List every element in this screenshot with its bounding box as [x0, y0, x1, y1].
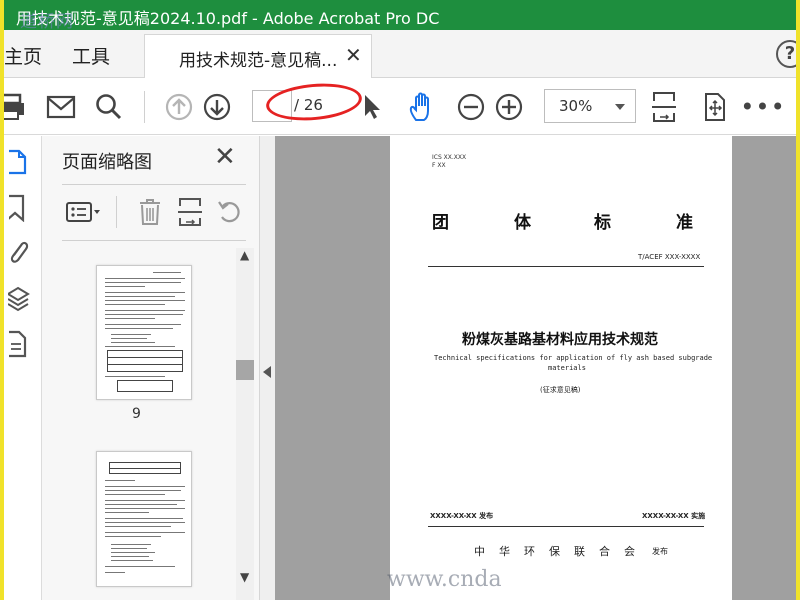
toolbar: •••	[4, 79, 796, 135]
org-char: 会	[624, 545, 635, 558]
org-char: 联	[574, 545, 585, 558]
select-cursor-icon[interactable]	[360, 89, 384, 125]
tab-document[interactable]: 用技术规范-意见稿... ✕	[144, 34, 372, 78]
help-button[interactable]: ?	[776, 40, 796, 68]
left-navigation-rail	[4, 136, 42, 600]
document-title-cn: 粉煤灰基路基材料应用技术规范	[462, 332, 658, 348]
heading-char: 标	[594, 213, 611, 233]
org-char: 合	[599, 545, 610, 558]
org-char: 华	[499, 545, 510, 558]
zoom-in-icon[interactable]	[494, 89, 524, 125]
page-thumbnails-icon[interactable]	[4, 146, 34, 178]
search-icon[interactable]	[94, 89, 124, 125]
heading-char: 体	[514, 213, 531, 233]
thumbnail-options-icon[interactable]	[64, 196, 104, 228]
title-bar: 用技术规范-意见稿2024.10.pdf - Adobe Acrobat Pro…	[4, 0, 796, 32]
panel-divider	[62, 184, 246, 185]
print-icon[interactable]	[4, 89, 30, 125]
standard-code: T/ACEF XXX-XXXX	[638, 253, 701, 261]
full-screen-icon[interactable]	[700, 89, 728, 125]
panel-title: 页面缩略图	[62, 152, 152, 173]
close-panel-icon[interactable]: ✕	[214, 144, 236, 170]
document-tab-label: 用技术规范-意见稿...	[179, 51, 338, 71]
hand-tool-icon[interactable]	[406, 89, 438, 125]
classification-code: F XX	[432, 162, 446, 169]
org-char: 环	[524, 545, 535, 558]
thumbnail-scrollbar[interactable]: ▲ ▼	[236, 248, 254, 600]
zoom-level-select[interactable]: 30%	[544, 89, 636, 123]
document-title-en-2: materials	[548, 364, 586, 372]
thumbnail-page-label: 9	[132, 406, 141, 422]
heading-char: 团	[432, 213, 449, 233]
watermark-url: www.cnda	[387, 567, 502, 592]
thumbnail-list: 9	[42, 248, 236, 600]
collapse-left-icon	[263, 366, 271, 378]
scroll-up-icon[interactable]: ▲	[240, 248, 249, 262]
implementation-date: XXXX-XX-XX 实施	[642, 512, 706, 520]
issue-date: XXXX-XX-XX 发布	[430, 512, 494, 520]
document-text-icon[interactable]	[4, 328, 34, 360]
insert-page-icon[interactable]	[176, 196, 204, 228]
layers-icon[interactable]	[4, 282, 34, 314]
window-title: 用技术规范-意见稿2024.10.pdf - Adobe Acrobat Pro…	[16, 9, 440, 28]
tab-tools[interactable]: 工具	[72, 42, 110, 69]
scroll-down-icon[interactable]: ▼	[240, 570, 249, 584]
document-title-en: Technical specifications for application…	[434, 354, 713, 362]
heading-char: 准	[676, 213, 693, 233]
close-tab-icon[interactable]: ✕	[345, 43, 362, 67]
watermark-logo: 道桥网	[20, 12, 74, 32]
org-char: 中	[474, 545, 485, 558]
org-char: 保	[549, 545, 560, 558]
app-window: 用技术规范-意见稿2024.10.pdf - Adobe Acrobat Pro…	[4, 0, 796, 600]
previous-page-icon[interactable]	[164, 89, 194, 125]
zoom-out-icon[interactable]	[456, 89, 486, 125]
scrollbar-thumb[interactable]	[236, 360, 254, 380]
footer-rule	[428, 526, 704, 527]
ics-code: ICS XX.XXX	[432, 154, 467, 161]
document-viewer[interactable]: ICS XX.XXX F XX 团 体 标 准 T/ACEF XXX-XXXX …	[275, 136, 796, 600]
zoom-value: 30%	[559, 97, 593, 115]
chevron-down-icon	[615, 104, 625, 110]
header-rule	[428, 266, 704, 267]
org-suffix: 发布	[652, 547, 668, 556]
rotate-page-icon[interactable]	[216, 196, 244, 228]
pdf-page: ICS XX.XXX F XX 团 体 标 准 T/ACEF XXX-XXXX …	[390, 136, 732, 600]
panel-divider	[62, 240, 246, 241]
attachment-icon[interactable]	[4, 236, 34, 268]
thumbnails-panel: 页面缩略图 ✕ 9 ▲ ▼	[42, 136, 259, 600]
page-thumbnail[interactable]	[96, 451, 192, 587]
delete-page-icon[interactable]	[136, 196, 164, 228]
email-icon[interactable]	[46, 89, 76, 125]
draft-status: (征求意见稿)	[540, 386, 581, 394]
panel-toolbar-divider	[116, 196, 117, 228]
tab-bar: 主页 工具 用技术规范-意见稿... ✕ ?	[4, 30, 796, 78]
toolbar-divider	[144, 91, 145, 123]
more-options-icon[interactable]: •••	[740, 89, 784, 125]
bookmark-icon[interactable]	[4, 192, 34, 224]
tab-home[interactable]: 主页	[4, 42, 42, 69]
fit-page-icon[interactable]	[650, 89, 678, 125]
next-page-icon[interactable]	[202, 89, 232, 125]
page-thumbnail[interactable]	[96, 265, 192, 400]
panel-collapse-handle[interactable]	[259, 136, 275, 600]
